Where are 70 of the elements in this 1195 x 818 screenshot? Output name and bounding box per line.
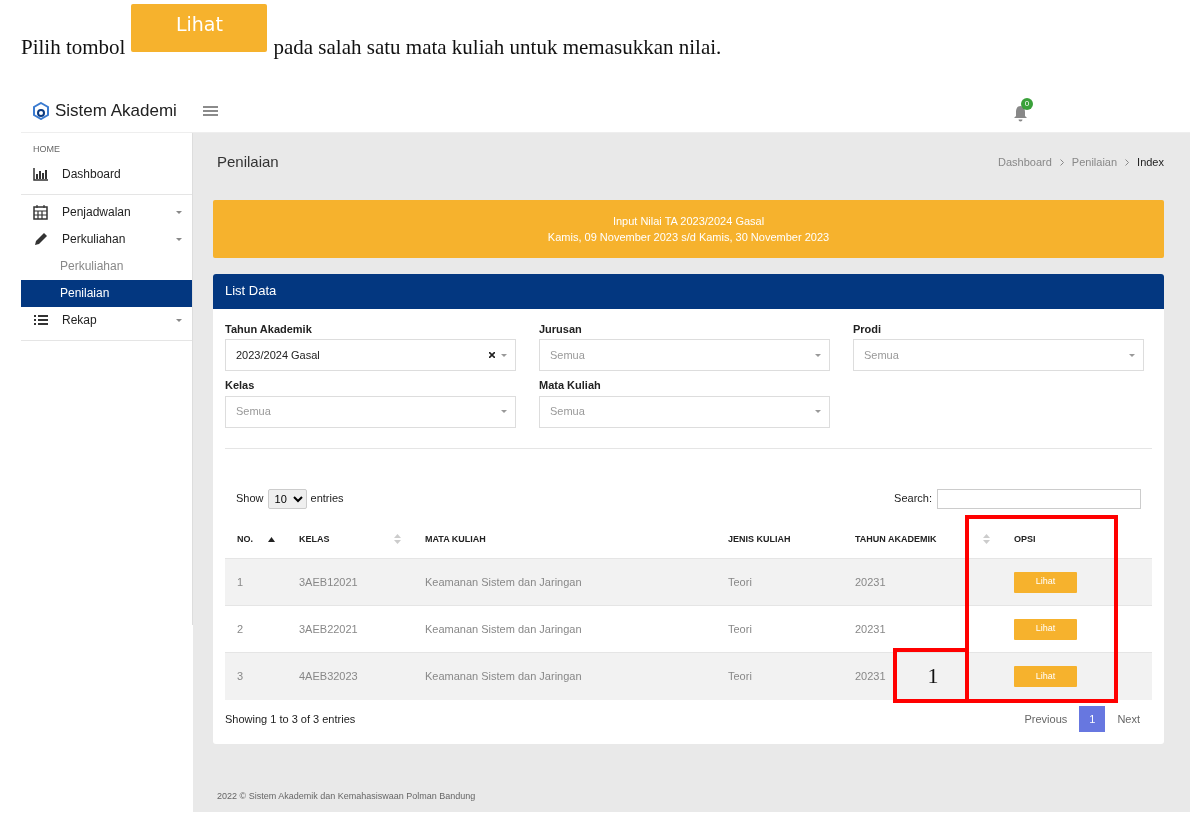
sidebar-item[interactable]: Perkuliahan <box>21 225 192 253</box>
sidebar-item[interactable]: Rekap <box>21 306 192 334</box>
field-label: Kelas <box>225 378 256 393</box>
table-cell: Teori <box>728 575 752 588</box>
caret-icon <box>815 410 821 413</box>
field-label: Jurusan <box>539 321 583 337</box>
table-info: Showing 1 to 3 of 3 entries <box>225 711 356 727</box>
footer-text: 2022 © Sistem Akademik dan Kemahasiswaan Polman Bandung <box>217 789 477 803</box>
period-alert: Input Nilai TA 2023/2024 Gasal Kamis, 09 November 2023 s/d Kamis, 30 November 2023 <box>213 199 1164 258</box>
bell-icon[interactable] <box>1013 105 1028 122</box>
table-cell: 3AEB12021 <box>299 575 358 588</box>
section-label: HOME <box>32 143 61 156</box>
search-field[interactable] <box>937 488 1141 509</box>
column-header[interactable]: NO. <box>237 532 253 546</box>
column-header[interactable]: OPSI <box>1014 532 1036 546</box>
pagination-button[interactable]: 1 <box>1079 705 1106 732</box>
table-cell: 3AEB22021 <box>299 622 358 635</box>
pagination-button[interactable]: Previous <box>1012 705 1080 732</box>
clear-icon[interactable] <box>489 352 495 358</box>
instruction-text: Pilih tombol <box>21 34 126 61</box>
notification-badge: 0 <box>1021 98 1033 110</box>
page-title: Penilaian <box>217 152 279 172</box>
field-label: Mata Kuliah <box>539 378 602 393</box>
length-label: Show <box>236 491 264 507</box>
sidebar-item[interactable]: Dashboard <box>21 160 192 188</box>
pencil-icon <box>33 231 48 247</box>
table-cell: Keamanan Sistem dan Jaringan <box>425 622 582 635</box>
card-header: List Data <box>213 273 1164 309</box>
chart-icon <box>33 166 48 182</box>
length-select[interactable]: 10 <box>267 488 307 509</box>
table-cell: 20231 <box>855 575 886 588</box>
table-cell: Keamanan Sistem dan Jaringan <box>425 670 582 682</box>
column-header[interactable]: KELAS <box>299 532 330 546</box>
list-icon <box>33 312 48 328</box>
menu-icon[interactable] <box>203 106 218 116</box>
caret-icon <box>815 353 821 357</box>
logo-icon <box>33 102 49 120</box>
sidebar-item[interactable]: Penjadwalan <box>21 198 192 226</box>
column-header[interactable]: MATA KULIAH <box>425 532 486 546</box>
chevron-icon <box>1125 158 1130 166</box>
length-label: entries <box>310 491 344 507</box>
chevron-icon <box>1059 158 1064 166</box>
column-header[interactable]: TAHUN AKADEMIK <box>855 532 937 546</box>
search-label: Search: <box>894 491 932 507</box>
app-brand: Sistem Akademi <box>55 100 178 123</box>
caret-icon <box>176 318 182 322</box>
caret-icon <box>176 210 182 214</box>
calendar-icon <box>33 204 48 220</box>
caret-icon <box>1129 353 1135 357</box>
table-cell: 20231 <box>855 670 886 682</box>
caret-icon <box>501 410 507 413</box>
table-cell: 2 <box>237 622 244 635</box>
select-field[interactable]: 2023/2024 Gasal <box>225 339 516 371</box>
pagination-button[interactable]: Next <box>1105 705 1152 732</box>
sidebar-subitem[interactable]: Perkuliahan <box>21 252 192 280</box>
table-cell: 3 <box>237 670 244 682</box>
column-header[interactable]: JENIS KULIAH <box>728 532 791 546</box>
table-cell: 20231 <box>855 622 886 635</box>
instruction-text: pada salah satu mata kuliah untuk memasukkan nilai. <box>273 34 722 61</box>
caret-icon <box>176 237 182 241</box>
table-cell: Teori <box>728 670 752 682</box>
table-cell: Teori <box>728 622 752 635</box>
table-cell: Keamanan Sistem dan Jaringan <box>425 575 582 588</box>
table-cell: 4AEB32023 <box>299 670 358 682</box>
caret-icon <box>501 353 507 357</box>
sidebar-subitem[interactable]: Penilaian <box>21 279 192 307</box>
field-label: Tahun Akademik <box>225 321 313 337</box>
table-cell: 1 <box>237 575 244 588</box>
field-label: Prodi <box>853 321 883 337</box>
sort-ascending-icon[interactable] <box>268 536 275 542</box>
